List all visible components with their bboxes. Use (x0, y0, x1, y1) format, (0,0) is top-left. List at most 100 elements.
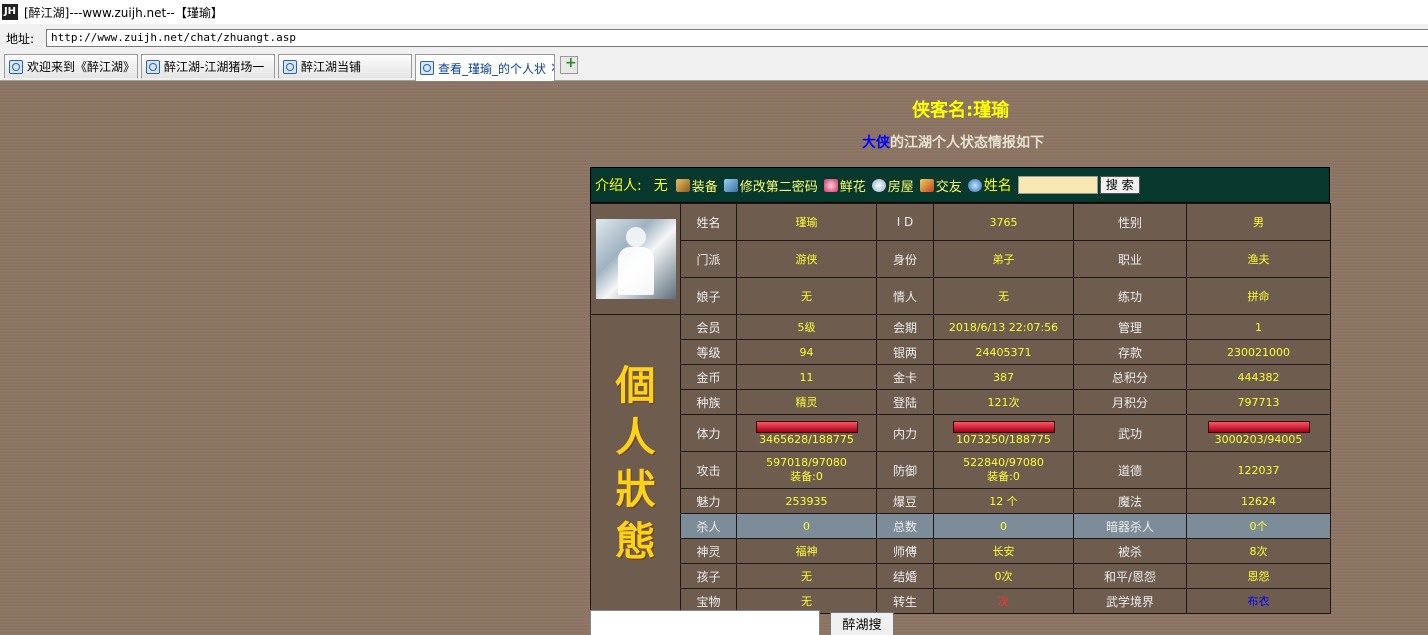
field-label: 转生 (876, 588, 934, 614)
field-value: 522840/97080 装备:0 (933, 451, 1074, 489)
status-row: 孩子无结婚 0次 和平/恩怨 恩怨 (591, 563, 1331, 589)
status-row: 神灵 福神 师傅 长安 被杀 8次 (591, 538, 1331, 564)
stat-bar (952, 420, 1055, 433)
field-value: 94 (736, 339, 877, 365)
avatar (595, 219, 676, 299)
field-label: 神灵 (680, 538, 737, 564)
bottom-search-input[interactable] (590, 610, 820, 635)
equip-link[interactable]: 装备 (675, 176, 718, 195)
field-value: 布衣 (1186, 588, 1331, 614)
change-password-label: 修改第二密码 (739, 179, 818, 195)
field-value: 游侠 (736, 240, 877, 278)
address-bar: 地址: http://www.zuijh.net/chat/zhuangt.as… (0, 27, 1428, 49)
field-label: 管理 (1073, 314, 1187, 340)
field-label: 娘子 (680, 277, 737, 315)
search-button[interactable]: 搜 索 (1099, 176, 1140, 194)
field-value: 3765 (933, 203, 1074, 241)
field-value: 次 (933, 588, 1074, 614)
field-label: 等级 (680, 339, 737, 365)
field-value: 2018/6/13 22:07:56 (933, 314, 1074, 340)
friend-link[interactable]: 交友 (919, 176, 962, 195)
status-row: 杀人 0 总数 0 暗器杀人 0个 (591, 513, 1331, 539)
tab-pig-farm[interactable]: 醉江湖-江湖猪场一 (141, 54, 275, 78)
personal-status-banner: 個人狀態 (590, 314, 681, 614)
field-label: 姓名 (680, 203, 737, 241)
field-value: 3465628/188775 (736, 414, 877, 452)
bottom-search-button[interactable]: 醉湖搜索 (830, 612, 894, 635)
close-icon[interactable]: ✕ (550, 61, 554, 76)
avatar-cell (590, 203, 681, 315)
status-char: 個 (615, 362, 656, 409)
field-label: 杀人 (680, 513, 737, 539)
tab-label: 欢迎来到《醉江湖》 (27, 60, 136, 74)
field-label: 金币 (680, 364, 737, 390)
field-value: 精灵 (736, 389, 877, 415)
field-value: 无 (736, 277, 877, 315)
tab-personal-status[interactable]: 查看_瑾瑜_的个人状 ✕ (415, 54, 555, 81)
address-input[interactable]: http://www.zuijh.net/chat/zhuangt.asp (46, 29, 1428, 47)
window-title: [醉江湖]---www.zuijh.net--【瑾瑜】 (24, 5, 223, 20)
field-label: 会员 (680, 314, 737, 340)
house-link[interactable]: 房屋 (871, 176, 914, 195)
page-content: 侠客名:瑾瑜 大侠的江湖个人状态情报如下 介绍人: 无 装备 修改第二密码 鲜花… (0, 81, 1428, 635)
field-label: 身份 (876, 240, 934, 278)
field-label: 爆豆 (876, 488, 934, 514)
field-label: 总数 (876, 513, 934, 539)
equipment-icon (675, 178, 690, 192)
field-value: 弟子 (933, 240, 1074, 278)
field-label: 门派 (680, 240, 737, 278)
field-value: 拼命 (1186, 277, 1331, 315)
field-value: 253935 (736, 488, 877, 514)
field-value: 597018/97080 装备:0 (736, 451, 877, 489)
field-label: 师傅 (876, 538, 934, 564)
tab-pawnshop[interactable]: 醉江湖当铺 (278, 54, 412, 78)
field-label: 登陆 (876, 389, 934, 415)
status-row: 姓名 瑾瑜 I D 3765 性别男 (590, 203, 1331, 315)
field-label: 月积分 (1073, 389, 1187, 415)
status-char: 人 (615, 414, 656, 461)
equip-bonus: 装备:0 (987, 470, 1020, 483)
subtitle-highlight[interactable]: 大侠 (862, 135, 890, 151)
tab-welcome[interactable]: 欢迎来到《醉江湖》 (4, 54, 138, 78)
name-search-input[interactable] (1017, 176, 1098, 194)
field-label: 魅力 (680, 488, 737, 514)
change-password-link[interactable]: 修改第二密码 (723, 176, 818, 195)
name-label: 姓名 (983, 178, 1012, 194)
page-icon (283, 59, 297, 74)
field-value: 12 个 (933, 488, 1074, 514)
field-label: 孩子 (680, 563, 737, 589)
field-value: 0 (736, 513, 877, 539)
field-label: 武功 (1073, 414, 1187, 452)
field-value: 男 (1186, 203, 1331, 241)
field-value: 12624 (1186, 488, 1331, 514)
field-label: 内力 (876, 414, 934, 452)
field-value: 无 (933, 277, 1074, 315)
field-label: 银两 (876, 339, 934, 365)
flower-link[interactable]: 鲜花 (823, 176, 866, 195)
field-value: 渔夫 (1186, 240, 1331, 278)
stat-bar-text: 3000203/94005 (1214, 432, 1303, 446)
field-value: 387 (933, 364, 1074, 390)
field-value: 0次 (933, 563, 1074, 589)
flower-label: 鲜花 (839, 179, 866, 195)
new-tab-button[interactable] (560, 55, 578, 74)
field-label: 练功 (1073, 277, 1187, 315)
field-label: 体力 (680, 414, 737, 452)
status-row: 等级 94 银两 24405371 存款 230021000 (591, 339, 1331, 365)
field-label: 和平/恩怨 (1073, 563, 1187, 589)
house-label: 房屋 (887, 179, 914, 195)
field-label: 被杀 (1073, 538, 1187, 564)
field-label: 道德 (1073, 451, 1187, 489)
status-row: 门派 游侠 身份 弟子 职业 渔夫 (591, 240, 1331, 278)
status-panel: 介绍人: 无 装备 修改第二密码 鲜花 房屋 交友 姓名 搜 索 姓名 瑾瑜 I D… (590, 167, 1331, 614)
field-value: 24405371 (933, 339, 1074, 365)
field-label: I D (876, 203, 934, 241)
value-line: 597018/97080 (766, 456, 847, 469)
status-row: 個人狀態会员 5级 会期 2018/6/13 22:07:56 管理 1 (590, 314, 1331, 614)
field-label: 性别 (1073, 203, 1187, 241)
status-char: 狀 (615, 466, 656, 513)
field-label: 攻击 (680, 451, 737, 489)
field-label: 结婚 (876, 563, 934, 589)
field-label: 暗器杀人 (1073, 513, 1187, 539)
field-label: 金卡 (876, 364, 934, 390)
